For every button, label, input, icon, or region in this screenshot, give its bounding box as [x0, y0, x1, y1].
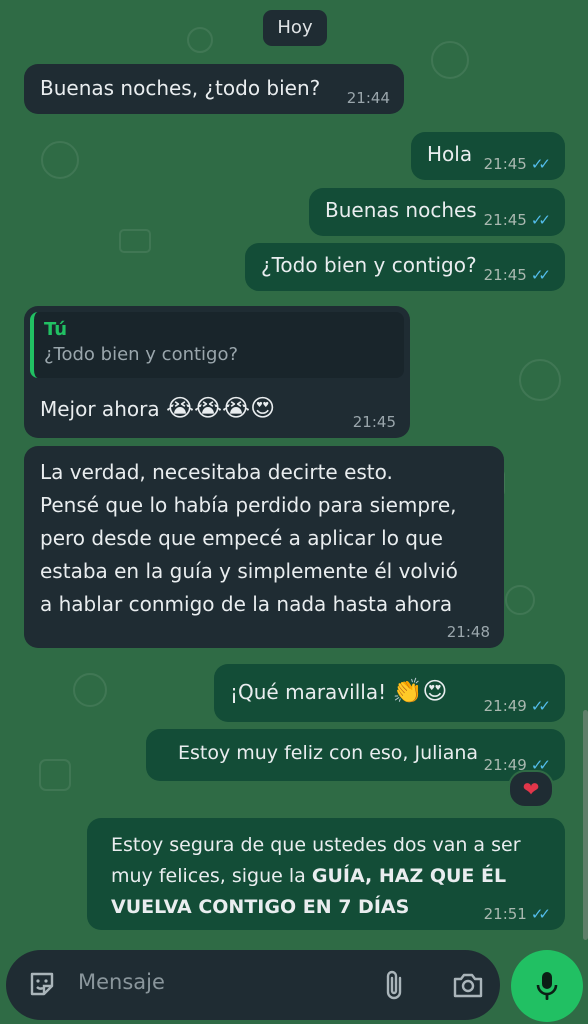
message-line: estaba en la guía y simplemente él volvi…: [40, 559, 458, 583]
message-outgoing[interactable]: ¡Qué maravilla! 👏😍 21:49 ✓✓: [214, 664, 565, 722]
message-meta: 21:45 ✓✓: [484, 267, 551, 283]
message-line: Estoy segura de que ustedes dos van a se…: [111, 834, 521, 856]
paperclip-icon[interactable]: [380, 968, 410, 1006]
emoji-group: 😭😭😭😍: [165, 394, 276, 422]
message-meta: 21:49 ✓✓: [484, 698, 551, 714]
message-time: 21:45: [483, 266, 527, 284]
message-text: Buenas noches, ¿todo bien?: [40, 76, 321, 100]
message-meta: 21:51 ✓✓: [484, 906, 551, 922]
message-time: 21:49: [483, 697, 527, 715]
scrollbar[interactable]: [583, 710, 588, 940]
message-time: 21:44: [346, 89, 390, 107]
message-time: 21:45: [483, 155, 527, 173]
quote-author: Tú: [44, 319, 68, 340]
message-text: ¡Qué maravilla!: [230, 680, 387, 704]
message-text: Buenas noches: [325, 198, 477, 222]
message-meta: 21:45 ✓✓: [484, 156, 551, 172]
quoted-message[interactable]: Tú ¿Todo bien y contigo?: [30, 312, 404, 378]
microphone-icon: [535, 970, 559, 1006]
message-text: Hola: [427, 142, 473, 166]
message-time: 21:45: [483, 211, 527, 229]
read-receipt-icon: ✓✓: [530, 905, 551, 923]
message-meta: 21:44: [347, 90, 390, 106]
message-line: muy felices, sigue la GUÍA, HAZ QUE ÉL: [111, 861, 565, 892]
message-outgoing[interactable]: Buenas noches 21:45 ✓✓: [309, 188, 565, 236]
message-line: a hablar conmigo de la nada hasta ahora: [40, 592, 453, 616]
message-outgoing[interactable]: Estoy segura de que ustedes dos van a se…: [87, 818, 565, 930]
mic-button[interactable]: [511, 950, 583, 1022]
quote-text: ¿Todo bien y contigo?: [44, 344, 239, 365]
message-line: pero desde que empecé a aplicar lo que: [40, 526, 443, 550]
message-time: 21:51: [483, 905, 527, 923]
sticker-icon[interactable]: [26, 968, 58, 1004]
read-receipt-icon: ✓✓: [530, 266, 551, 284]
message-outgoing[interactable]: ¿Todo bien y contigo? 21:45 ✓✓: [245, 243, 565, 291]
emoji-group: 👏😍: [392, 677, 448, 705]
message-line: Pensé que lo había perdido para siempre,: [40, 493, 457, 517]
message-incoming-reply[interactable]: Tú ¿Todo bien y contigo? Mejor ahora 😭😭😭…: [24, 306, 410, 438]
message-time: 21:45: [352, 413, 396, 431]
heart-reaction-icon[interactable]: ❤: [508, 770, 554, 808]
message-meta: 21:48: [447, 624, 490, 640]
message-line: La verdad, necesitaba decirte esto.: [40, 460, 393, 484]
read-receipt-icon: ✓✓: [530, 211, 551, 229]
message-time: 21:48: [446, 623, 490, 641]
message-composer: Mensaje: [6, 950, 500, 1020]
read-receipt-icon: ✓✓: [530, 697, 551, 715]
message-text: Estoy muy feliz con eso, Juliana: [178, 742, 479, 764]
message-incoming[interactable]: Buenas noches, ¿todo bien? 21:44: [24, 64, 404, 114]
message-text-plain: muy felices, sigue la: [111, 865, 312, 887]
message-body: Mejor ahora 😭😭😭😍: [40, 392, 275, 426]
message-text: Mejor ahora: [40, 397, 160, 421]
message-outgoing[interactable]: Hola 21:45 ✓✓: [411, 132, 565, 180]
message-incoming[interactable]: La verdad, necesitaba decirte esto. Pens…: [24, 446, 504, 648]
read-receipt-icon: ✓✓: [530, 155, 551, 173]
message-text: ¿Todo bien y contigo?: [261, 253, 477, 277]
camera-icon[interactable]: [452, 970, 484, 1004]
message-outgoing[interactable]: Estoy muy feliz con eso, Juliana 21:49 ✓…: [146, 729, 565, 781]
message-meta: 21:45: [353, 414, 396, 430]
date-separator: Hoy: [263, 10, 327, 46]
message-meta: 21:45 ✓✓: [484, 212, 551, 228]
message-text-bold: VUELVA CONTIGO EN 7 DÍAS: [111, 896, 410, 918]
message-text-bold: GUÍA, HAZ QUE ÉL: [311, 865, 507, 887]
message-input[interactable]: Mensaje: [78, 970, 165, 994]
